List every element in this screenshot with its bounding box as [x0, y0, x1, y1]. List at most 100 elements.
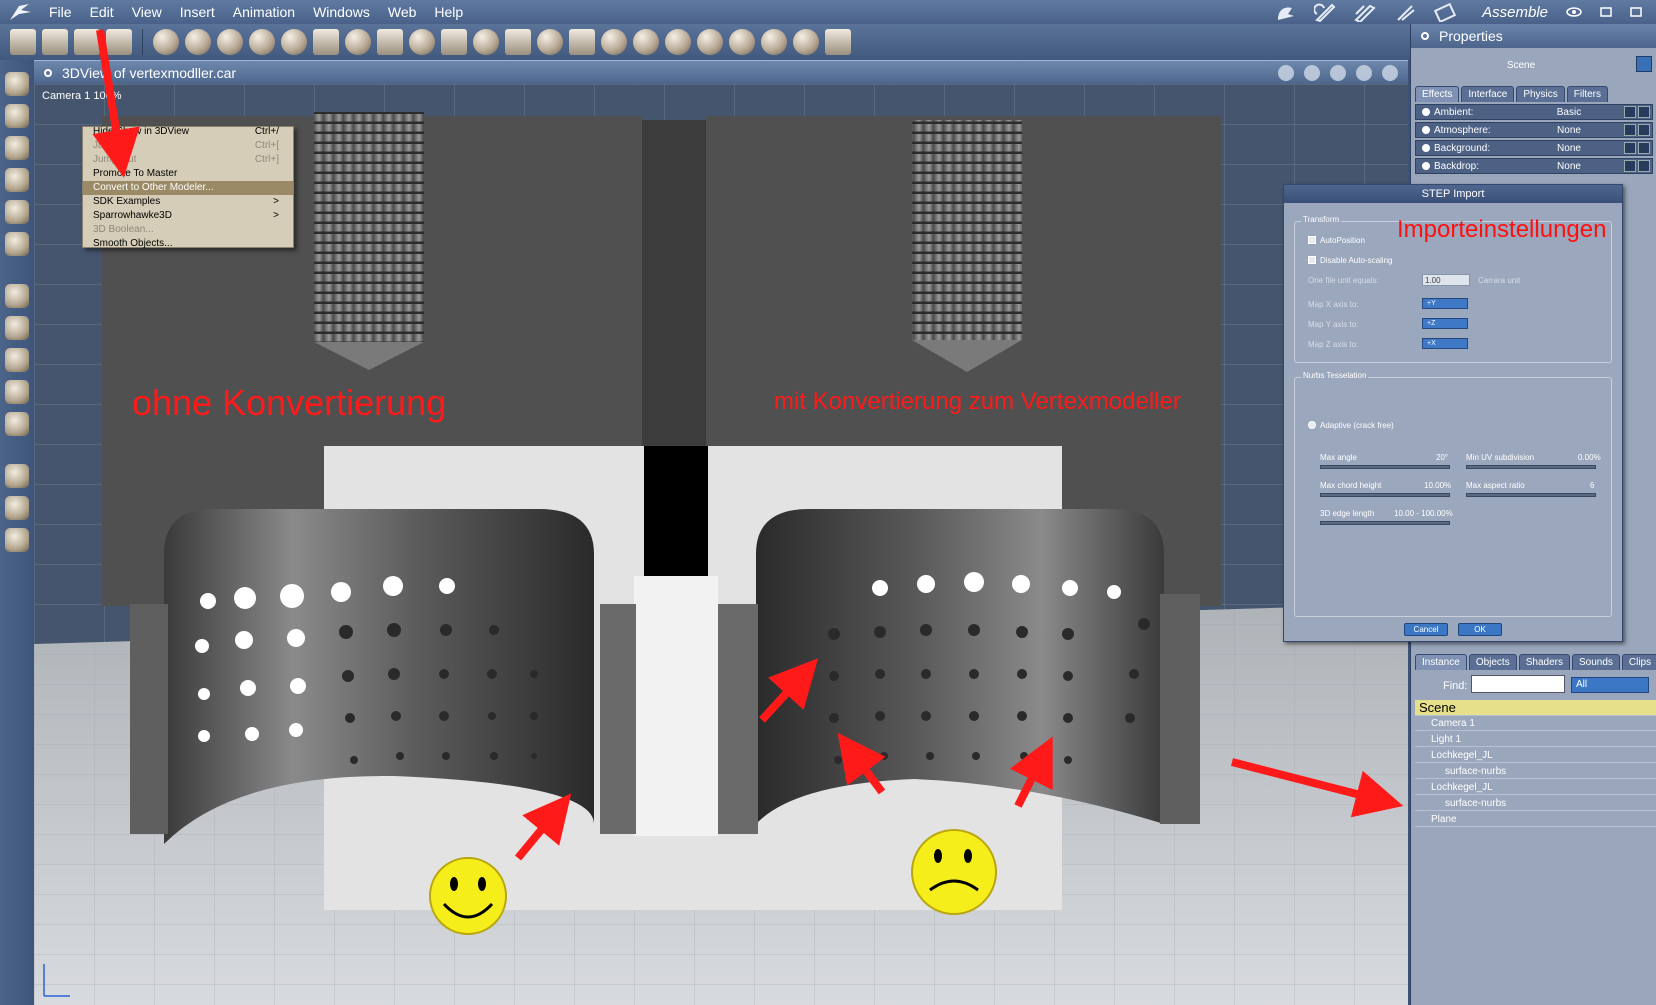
menu-item-convert-to-other-modeler[interactable]: Convert to Other Modeler...: [83, 181, 293, 195]
property-row-ambient[interactable]: Ambient: Basic: [1415, 104, 1653, 120]
view-title-bar[interactable]: 3DView of vertexmodller.car: [34, 60, 1408, 84]
menu-item-3d-boolean[interactable]: 3D Boolean...: [83, 223, 293, 237]
edge-length-slider[interactable]: [1320, 521, 1450, 525]
figure-primitive-icon[interactable]: [249, 29, 275, 55]
eye-icon[interactable]: [1566, 6, 1582, 18]
tab-interface[interactable]: Interface: [1461, 86, 1515, 102]
tree-item-lochkegel[interactable]: Lochkegel_JL: [1415, 780, 1656, 795]
tab-sounds[interactable]: Sounds: [1571, 654, 1620, 670]
sphere-primitive-icon[interactable]: [153, 29, 179, 55]
property-row-atmosphere[interactable]: Atmosphere: None: [1415, 122, 1653, 138]
view-option-icon[interactable]: [1304, 65, 1320, 81]
render-room-icon[interactable]: [1434, 2, 1457, 22]
assemble-room-icon[interactable]: [1274, 2, 1296, 22]
view-option-icon[interactable]: [1382, 65, 1398, 81]
tree-item-scene[interactable]: Scene: [1415, 700, 1656, 716]
zoom-magnifier-icon[interactable]: [5, 528, 29, 552]
terrain-primitive-icon[interactable]: [377, 29, 403, 55]
tab-physics[interactable]: Physics: [1516, 86, 1565, 102]
model-room-icon[interactable]: [1314, 2, 1336, 22]
ok-button[interactable]: OK: [1458, 623, 1502, 636]
paintbrush-icon[interactable]: [5, 232, 29, 256]
menu-item-smooth-objects[interactable]: Smooth Objects...: [83, 237, 293, 251]
tree-item-camera[interactable]: Camera 1: [1415, 716, 1656, 731]
bowl-primitive-icon[interactable]: [601, 29, 627, 55]
max-angle-slider[interactable]: [1320, 465, 1450, 469]
rotate-icon[interactable]: [5, 136, 29, 160]
view-option-icon[interactable]: [1278, 65, 1294, 81]
wand-tool-icon[interactable]: [10, 29, 36, 55]
select-arrow-icon[interactable]: [5, 72, 29, 96]
tree-item-surface-nurbs[interactable]: surface-nurbs: [1415, 796, 1656, 811]
storyboard-room-icon[interactable]: [1354, 2, 1376, 22]
window-toggle-icon[interactable]: [1600, 6, 1612, 18]
window-toggle-icon[interactable]: [1630, 6, 1642, 18]
brush-primitive-icon[interactable]: [633, 29, 659, 55]
move-yz-icon[interactable]: [5, 348, 29, 372]
move-xy-icon[interactable]: [5, 284, 29, 308]
menu-view[interactable]: View: [123, 0, 171, 24]
menu-web[interactable]: Web: [379, 0, 426, 24]
menu-item-promote-to-master[interactable]: Promote To Master: [83, 167, 293, 181]
paint-tool-icon[interactable]: [106, 29, 132, 55]
metaball-primitive-icon[interactable]: [345, 29, 371, 55]
property-row-background[interactable]: Background: None: [1415, 140, 1653, 156]
eyedropper-icon[interactable]: [5, 200, 29, 224]
menu-help[interactable]: Help: [425, 0, 472, 24]
tab-instance[interactable]: Instance: [1415, 654, 1467, 670]
property-row-backdrop[interactable]: Backdrop: None: [1415, 158, 1653, 174]
plane-icon[interactable]: [5, 412, 29, 436]
menu-item-jump[interactable]: Jump Ctrl+[: [83, 139, 293, 153]
tab-clips[interactable]: Clips: [1621, 654, 1656, 670]
bone-icon[interactable]: [825, 29, 851, 55]
close-circle-icon[interactable]: [1421, 32, 1429, 40]
globe-primitive-icon[interactable]: [217, 29, 243, 55]
map-z-select[interactable]: +X: [1422, 338, 1468, 349]
hand-pan-icon[interactable]: [5, 496, 29, 520]
text-primitive-icon[interactable]: [313, 29, 339, 55]
scene-nav-button[interactable]: [1636, 56, 1652, 72]
menu-animation[interactable]: Animation: [224, 0, 304, 24]
link-tool-icon[interactable]: [74, 29, 100, 55]
twist-icon[interactable]: [5, 168, 29, 192]
max-aspect-slider[interactable]: [1466, 493, 1596, 497]
spline-primitive-icon[interactable]: [185, 29, 211, 55]
sdk-sphere-icon[interactable]: [665, 29, 691, 55]
tab-shaders[interactable]: Shaders: [1518, 654, 1570, 670]
map-x-select[interactable]: +Y: [1422, 298, 1468, 309]
sdk-object-icon[interactable]: [569, 29, 595, 55]
disable-autoscaling-checkbox[interactable]: [1308, 256, 1316, 264]
cube-primitive-icon[interactable]: [505, 29, 531, 55]
menu-insert[interactable]: Insert: [171, 0, 224, 24]
tab-filters[interactable]: Filters: [1566, 86, 1608, 102]
fire-primitive-icon[interactable]: [473, 29, 499, 55]
plant-primitive-icon[interactable]: [409, 29, 435, 55]
sdk-primitive-icon[interactable]: [537, 29, 563, 55]
menu-item-jump-out[interactable]: Jump Out Ctrl+]: [83, 153, 293, 167]
hand-tool-icon[interactable]: [42, 29, 68, 55]
map-y-select[interactable]: +Z: [1422, 318, 1468, 329]
camera-icon[interactable]: [5, 464, 29, 488]
unit-input[interactable]: 1.00: [1422, 274, 1470, 286]
menu-item-sparrowhawke3d[interactable]: Sparrowhawke3D >: [83, 209, 293, 223]
max-chord-slider[interactable]: [1320, 493, 1450, 497]
find-filter-select[interactable]: All: [1571, 677, 1649, 693]
scale-arrow-icon[interactable]: [5, 104, 29, 128]
texture-room-icon[interactable]: [1394, 2, 1416, 22]
step-dialog-title[interactable]: STEP Import: [1284, 185, 1622, 203]
view-option-icon[interactable]: [1330, 65, 1346, 81]
menu-file[interactable]: File: [40, 0, 81, 24]
tree-item-lochkegel[interactable]: Lochkegel_JL: [1415, 748, 1656, 763]
tab-effects[interactable]: Effects: [1415, 86, 1460, 102]
rotate-ball-icon[interactable]: [5, 380, 29, 404]
bug-primitive-icon[interactable]: [697, 29, 723, 55]
cancel-button[interactable]: Cancel: [1404, 623, 1448, 636]
menu-edit[interactable]: Edit: [81, 0, 123, 24]
autoposition-checkbox[interactable]: [1308, 236, 1316, 244]
properties-title-bar[interactable]: Properties: [1411, 24, 1656, 48]
tree-item-light[interactable]: Light 1: [1415, 732, 1656, 747]
view-option-icon[interactable]: [1356, 65, 1372, 81]
adaptive-radio[interactable]: [1308, 421, 1316, 429]
min-uv-slider[interactable]: [1466, 465, 1596, 469]
close-circle-icon[interactable]: [44, 68, 52, 77]
